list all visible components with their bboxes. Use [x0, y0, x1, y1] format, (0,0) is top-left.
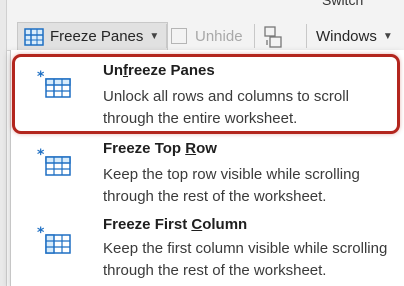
menu-item-freeze-top-row[interactable]: * Freeze Top Row Keep the top row visibl… [11, 136, 404, 208]
menu-item-description: Keep the first column visible while scro… [103, 240, 388, 279]
divider [166, 24, 167, 48]
freeze-panes-label: Freeze Panes [50, 28, 144, 45]
divider [306, 24, 307, 48]
freeze-top-row-icon: * [37, 148, 71, 176]
selection-highlight [12, 54, 400, 134]
unhide-button[interactable]: Unhide [171, 22, 243, 50]
freeze-first-column-icon: * [37, 226, 71, 254]
unhide-label: Unhide [195, 27, 243, 45]
switch-windows-icon[interactable] [264, 26, 282, 48]
sheet-edge [0, 0, 7, 286]
menu-item-freeze-first-column[interactable]: * Freeze First Column Keep the first col… [11, 212, 404, 284]
switch-windows-button[interactable]: Windows ▼ [316, 22, 393, 50]
freeze-panes-button[interactable]: Freeze Panes ▼ [17, 22, 169, 50]
switch-label: Switch [322, 0, 364, 8]
divider [254, 24, 255, 48]
menu-item-description: Keep the top row visible while scrolling… [103, 166, 360, 205]
chevron-down-icon: ▼ [382, 30, 393, 42]
svg-text:*: * [37, 148, 45, 163]
freeze-panes-icon [24, 27, 44, 46]
chevron-down-icon: ▼ [149, 31, 160, 42]
menu-item-title: Freeze Top Row [103, 140, 217, 157]
windows-label: Windows [316, 27, 377, 45]
menu-item-title: Freeze First Column [103, 216, 248, 233]
unhide-icon [171, 28, 187, 44]
svg-text:*: * [37, 226, 45, 241]
